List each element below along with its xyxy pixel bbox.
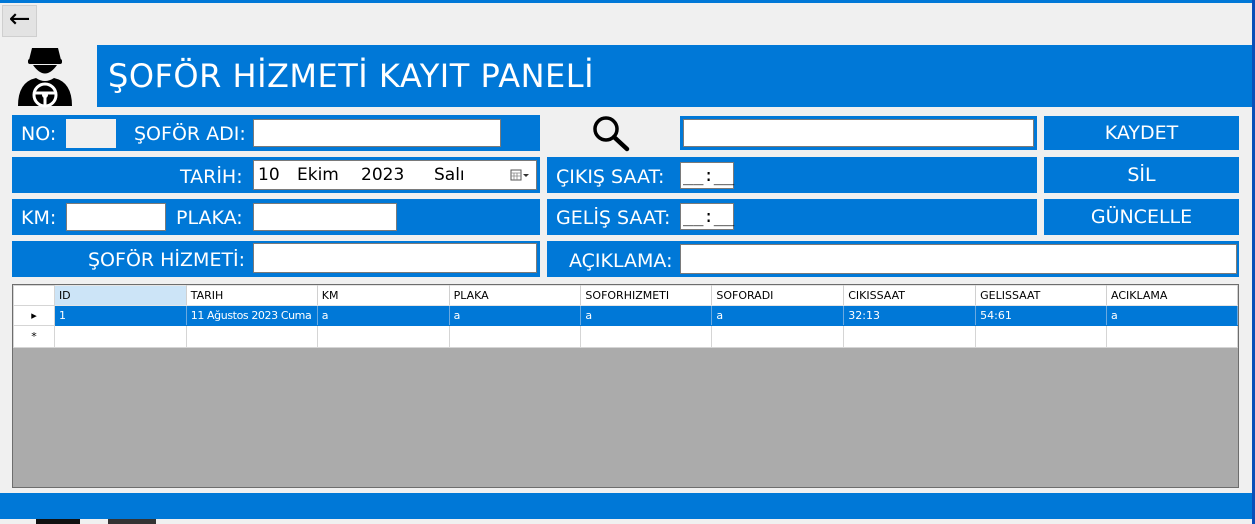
- back-arrow-icon: ←: [8, 4, 31, 34]
- arrival-time-input[interactable]: __:__: [680, 203, 734, 230]
- driver-icon: [18, 48, 72, 108]
- new-cell[interactable]: [185, 325, 318, 348]
- new-cell[interactable]: [448, 325, 582, 348]
- save-button[interactable]: KAYDET: [1044, 116, 1239, 150]
- description-label: AÇIKLAMA:: [569, 250, 673, 272]
- update-button[interactable]: GÜNCELLE: [1044, 199, 1239, 235]
- taskbar-app-icon[interactable]: [36, 519, 80, 524]
- date-weekday: Salı: [434, 165, 465, 185]
- column-header-cikissaat[interactable]: CIKISSAAT: [843, 285, 977, 306]
- new-cell[interactable]: [1106, 325, 1238, 348]
- window-top-border: [0, 0, 1255, 3]
- grid-corner-header: [13, 285, 55, 306]
- taskbar-app-icon[interactable]: [108, 519, 156, 524]
- no-label: NO:: [21, 123, 57, 145]
- new-cell[interactable]: [711, 325, 845, 348]
- service-input[interactable]: [253, 243, 537, 273]
- plate-label: PLAKA:: [176, 207, 243, 229]
- column-header-tarih[interactable]: TARIH: [185, 285, 318, 306]
- search-icon[interactable]: [590, 113, 632, 153]
- no-field[interactable]: [66, 119, 116, 148]
- new-cell[interactable]: [53, 325, 187, 348]
- date-day: 10: [258, 165, 280, 185]
- delete-button[interactable]: SİL: [1044, 157, 1239, 193]
- records-table: ID TARIH KM PLAKA SOFORHIZMETI SOFORADI …: [13, 285, 1238, 348]
- grid-header-row: ID TARIH KM PLAKA SOFORHIZMETI SOFORADI …: [13, 285, 1238, 306]
- km-input[interactable]: [66, 203, 166, 231]
- date-month: Ekim: [297, 165, 339, 185]
- date-year: 2023: [361, 165, 405, 185]
- cell-tarih[interactable]: 11 Ağustos 2023 Cuma: [185, 305, 318, 326]
- back-button[interactable]: ←: [2, 5, 37, 37]
- new-cell[interactable]: [975, 325, 1108, 348]
- km-label: KM:: [21, 207, 57, 229]
- cell-aciklama[interactable]: a: [1106, 305, 1238, 326]
- cell-soforhizmeti[interactable]: a: [580, 305, 713, 326]
- column-header-soforadi[interactable]: SOFORADI: [711, 285, 845, 306]
- driver-name-label: ŞOFÖR ADI:: [134, 123, 246, 145]
- column-header-gelissaat[interactable]: GELISSAAT: [975, 285, 1108, 306]
- service-label: ŞOFÖR HİZMETİ:: [88, 249, 246, 271]
- description-input[interactable]: [680, 244, 1237, 274]
- column-header-aciklama[interactable]: ACIKLAMA: [1106, 285, 1238, 306]
- cell-id[interactable]: 1: [53, 305, 187, 326]
- search-input[interactable]: [683, 119, 1034, 147]
- cell-plaka[interactable]: a: [448, 305, 582, 326]
- current-row-indicator-icon[interactable]: ▸: [13, 305, 55, 326]
- cell-cikissaat[interactable]: 32:13: [843, 305, 977, 326]
- cell-gelissaat[interactable]: 54:61: [975, 305, 1108, 326]
- departure-label: ÇIKIŞ SAAT:: [556, 166, 665, 188]
- cell-soforadi[interactable]: a: [711, 305, 845, 326]
- date-picker[interactable]: 10 Ekim 2023 Salı: [253, 160, 537, 190]
- date-label: TARİH:: [180, 166, 243, 188]
- new-row[interactable]: *: [13, 325, 1238, 348]
- column-header-soforhizmeti[interactable]: SOFORHIZMETI: [580, 285, 713, 306]
- departure-time-input[interactable]: __:__: [680, 162, 734, 189]
- calendar-dropdown-icon[interactable]: [510, 169, 530, 181]
- new-cell[interactable]: [843, 325, 977, 348]
- footer-bar: [0, 493, 1252, 519]
- page-title: ŞOFÖR HİZMETİ KAYIT PANELİ: [97, 45, 1252, 107]
- records-grid[interactable]: ID TARIH KM PLAKA SOFORHIZMETI SOFORADI …: [12, 284, 1239, 488]
- arrival-label: GELİŞ SAAT:: [556, 207, 671, 229]
- column-header-km[interactable]: KM: [316, 285, 450, 306]
- new-cell[interactable]: [580, 325, 713, 348]
- column-header-plaka[interactable]: PLAKA: [448, 285, 582, 306]
- cell-km[interactable]: a: [316, 305, 450, 326]
- column-header-id[interactable]: ID: [53, 285, 187, 306]
- new-row-indicator-icon: *: [13, 325, 55, 348]
- plate-input[interactable]: [253, 203, 397, 231]
- driver-name-input[interactable]: [253, 119, 501, 147]
- table-row[interactable]: ▸ 1 11 Ağustos 2023 Cuma a a a a 32:13 5…: [13, 305, 1238, 326]
- new-cell[interactable]: [316, 325, 450, 348]
